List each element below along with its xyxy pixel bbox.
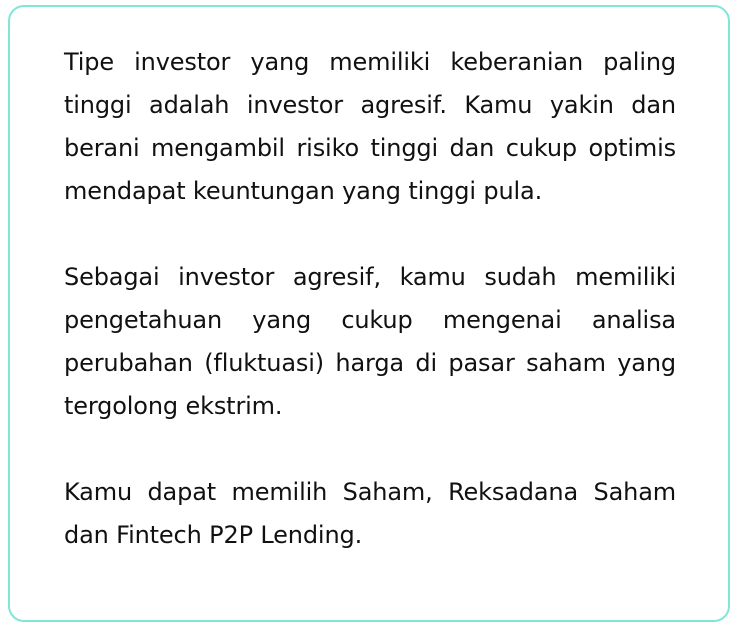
paragraph-aggressive-investor-knowledge: Sebagai investor agresif, kamu sudah mem… [64, 263, 676, 420]
info-card: Tipe investor yang memiliki keberanian p… [8, 5, 730, 622]
card-content: Tipe investor yang memiliki keberanian p… [64, 41, 676, 557]
paragraph-aggressive-investor-definition: Tipe investor yang memiliki keberanian p… [64, 48, 676, 205]
paragraph-recommended-products: Kamu dapat memilih Saham, Reksadana Saha… [64, 478, 676, 549]
